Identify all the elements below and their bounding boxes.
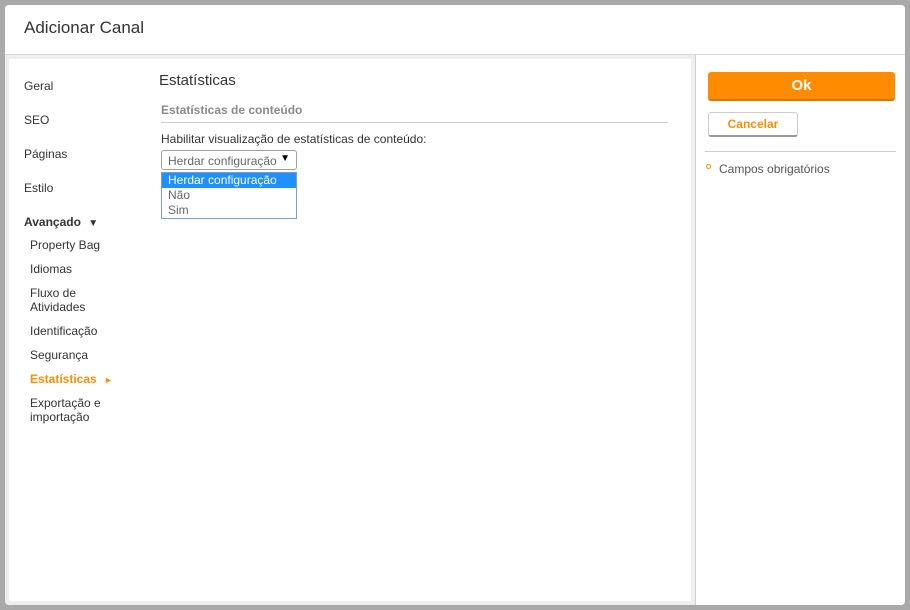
required-fields-note: Campos obrigatórios [719, 162, 830, 176]
section-title: Estatísticas [159, 72, 236, 89]
option-sim[interactable]: Sim [162, 203, 296, 218]
dialog-header: Adicionar Canal [5, 5, 905, 55]
option-herdar[interactable]: Herdar configuração [162, 173, 296, 188]
nav-item-idiomas[interactable]: Idiomas [30, 262, 130, 276]
add-channel-dialog: Adicionar Canal Geral SEO Páginas Estilo… [5, 5, 905, 605]
dialog-title: Adicionar Canal [24, 18, 145, 37]
stats-select-dropdown: Herdar configuração Não Sim [161, 172, 297, 219]
option-nao[interactable]: Não [162, 188, 296, 203]
nav-item-property-bag[interactable]: Property Bag [30, 238, 130, 252]
chevron-down-icon: ▼ [88, 218, 99, 229]
cancel-button[interactable]: Cancelar [708, 112, 798, 137]
subsection-divider [161, 122, 668, 123]
nav-item-paginas[interactable]: Páginas [24, 147, 67, 161]
nav-group-avancado[interactable]: Avançado ▼ [24, 215, 98, 229]
main-panel: Geral SEO Páginas Estilo Avançado ▼ Prop… [9, 59, 691, 601]
required-marker-icon [706, 164, 711, 169]
main-area: Geral SEO Páginas Estilo Avançado ▼ Prop… [5, 55, 695, 605]
chevron-down-icon: ▼ [280, 153, 290, 164]
nav-item-estatisticas[interactable]: Estatísticas ► [30, 372, 130, 387]
nav-item-seguranca[interactable]: Segurança [30, 348, 130, 362]
nav-item-identificacao[interactable]: Identificação [30, 324, 130, 338]
action-sidebar: Ok Cancelar Campos obrigatórios [695, 55, 905, 605]
subsection-title: Estatísticas de conteúdo [161, 103, 303, 117]
nav-item-estilo[interactable]: Estilo [24, 181, 53, 195]
nav-item-estatisticas-label: Estatísticas [30, 372, 97, 386]
nav-item-geral[interactable]: Geral [24, 79, 53, 93]
stats-field-label: Habilitar visualização de estatísticas d… [161, 132, 427, 146]
arrow-right-icon: ► [104, 375, 113, 385]
stats-select-value: Herdar configuração [168, 154, 277, 168]
stats-select[interactable]: Herdar configuração ▼ [161, 150, 297, 170]
nav-item-exportacao[interactable]: Exportação e importação [30, 396, 130, 424]
nav-item-fluxo-atividades[interactable]: Fluxo de Atividades [30, 286, 130, 314]
nav-group-label: Avançado [24, 215, 81, 229]
nav-item-seo[interactable]: SEO [24, 113, 49, 127]
sidebar-divider [705, 151, 896, 152]
ok-button[interactable]: Ok [708, 72, 895, 101]
